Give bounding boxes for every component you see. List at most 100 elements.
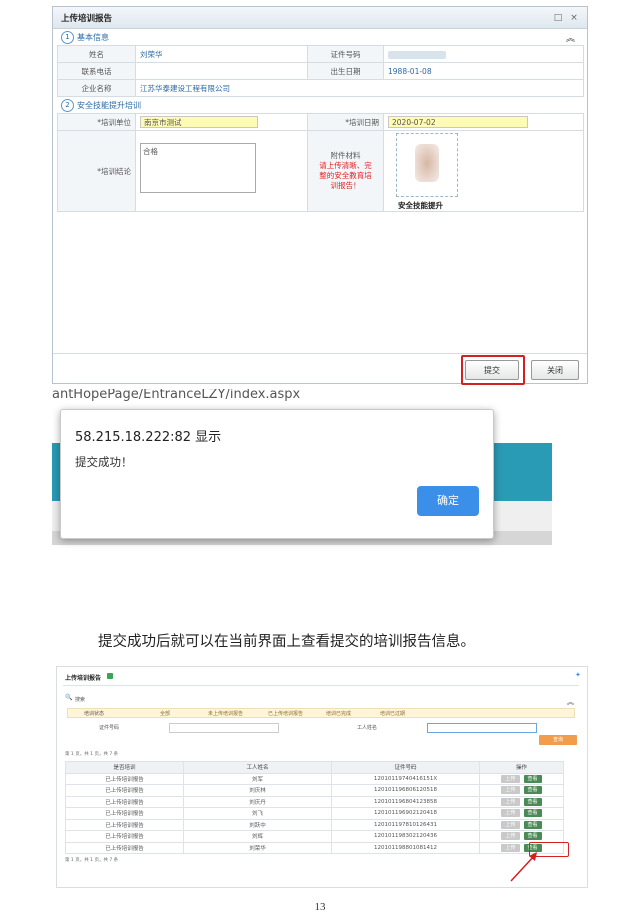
cell-id: 120101196902120418 [331, 807, 480, 820]
upload-button[interactable]: 上传 [501, 832, 520, 841]
name-label: 工人姓名 [357, 725, 378, 731]
close-icon[interactable]: × [569, 13, 579, 23]
report-list-window: 上传培训报告 ✦ 🔍 搜索 ︽ 培训状态 全部 未上传培训报告 已上传培训报告 … [56, 666, 588, 888]
report-grid: 是否培训 工人姓名 证件号码 操作 已上传培训报告 刘军 1201011974041… [65, 761, 564, 854]
field-label: 联系电话 [57, 62, 136, 80]
upload-button[interactable]: 上传 [501, 797, 520, 806]
maximize-icon[interactable]: □ [553, 13, 563, 23]
view-button[interactable]: 查看 [523, 809, 542, 818]
cell-actions: 上传 查看 [479, 807, 564, 820]
id-input[interactable] [169, 723, 279, 733]
status-option-completed[interactable]: 培训已完成 [326, 710, 351, 717]
column-header: 操作 [479, 761, 564, 774]
cell-status: 已上传培训报告 [65, 818, 184, 831]
grid-wrap: 是否培训 工人姓名 证件号码 操作 已上传培训报告 刘军 1201011974041… [65, 761, 564, 854]
attach-label: 附件材料 [330, 151, 361, 160]
status-label: 培训状态 [84, 711, 105, 717]
table-row: *培训单位 南京市测试 *培训日期 2020-07-02 [57, 113, 584, 131]
field-label: *培训结论 [57, 130, 136, 212]
status-option-expired[interactable]: 培训已过期 [380, 710, 405, 717]
close-button[interactable]: 关闭 [531, 360, 579, 380]
upload-report-window: 上传培训报告 □ × 1 基本信息 ︽ 姓名 刘荣华 证件号码 联系电话 出生日… [52, 6, 588, 385]
cell-name: 刘庆丹 [183, 795, 332, 808]
train-unit-input[interactable]: 南京市测试 [140, 116, 258, 128]
upload-button[interactable]: 上传 [501, 809, 520, 818]
step-number-icon: 2 [61, 98, 74, 112]
field-label: 证件号码 [307, 45, 384, 63]
ok-button[interactable]: 确定 [417, 486, 479, 516]
pin-icon[interactable]: ✦ [575, 671, 581, 679]
view-button[interactable]: 查看 [523, 832, 542, 841]
table-row: 姓名 刘荣华 证件号码 [57, 45, 584, 63]
grid-header: 是否培训 工人姓名 证件号码 操作 [65, 761, 564, 774]
attach-cell: 安全技能提升 [383, 130, 584, 212]
section-training: 2 安全技能提升培训 [53, 97, 587, 113]
table-row: 已上传培训报告 刘飞 120101196902120418 上传 查看 [65, 807, 564, 820]
cell-status: 已上传培训报告 [65, 830, 184, 843]
cell-name: 刘军 [183, 772, 332, 785]
collapse-icon[interactable]: ︽ [567, 697, 574, 707]
cell-name: 刘辉 [183, 830, 332, 843]
table-row: 企业名称 江苏华泰建设工程有限公司 [57, 79, 584, 97]
name-value: 刘荣华 [135, 45, 308, 63]
column-header: 证件号码 [331, 761, 480, 774]
train-date-input[interactable]: 2020-07-02 [388, 116, 528, 128]
divider [53, 353, 587, 354]
alert-title: 58.215.18.222:82 显示 [75, 430, 222, 445]
highlight-box [461, 355, 525, 385]
list-title: 上传培训报告 [65, 675, 102, 682]
table-row: 已上传培训报告 刘庆丹 120101196804123858 上传 查看 [65, 795, 564, 808]
section-title: 基本信息 [77, 32, 109, 42]
basic-info-table: 姓名 刘荣华 证件号码 联系电话 出生日期 1988-01-08 企业名称 江苏… [57, 45, 584, 97]
table-row: 已上传培训报告 刘跃中 120101197810126431 上传 查看 [65, 818, 564, 831]
id-label: 证件号码 [99, 725, 120, 731]
cell-status: 已上传培训报告 [65, 784, 184, 797]
status-option-not-uploaded[interactable]: 未上传培训报告 [208, 710, 243, 717]
view-button[interactable]: 查看 [523, 774, 542, 783]
cell-actions: 上传 查看 [479, 772, 564, 785]
conclusion-cell: 合格 [135, 130, 308, 212]
view-button[interactable]: 查看 [523, 797, 542, 806]
train-unit-cell: 南京市测试 [135, 113, 308, 131]
body-paragraph: 提交成功后就可以在当前界面上查看提交的培训报告信息。 [98, 634, 475, 650]
table-row: 已上传培训报告 刘军 12010119740416151X 上传 查看 [65, 772, 564, 785]
status-dot-icon [107, 673, 113, 679]
cell-id: 120101197810126431 [331, 818, 480, 831]
field-label: 姓名 [57, 45, 136, 63]
cell-name: 刘荣华 [183, 841, 332, 854]
alert-message: 提交成功！ [75, 455, 133, 469]
status-option-all[interactable]: 全部 [160, 710, 170, 717]
column-header: 工人姓名 [183, 761, 332, 774]
upload-button[interactable]: 上传 [501, 820, 520, 829]
alert-screenshot: antHopePage/EntranceLZY/index.aspx 58.21… [52, 389, 552, 591]
name-input[interactable] [427, 723, 537, 733]
upload-button[interactable]: 上传 [501, 774, 520, 783]
attach-note: 请上传清晰、完整的安全教育培训报告！ [319, 161, 372, 190]
cell-name: 刘跃中 [183, 818, 332, 831]
cell-id: 120101196804123858 [331, 795, 480, 808]
train-date-cell: 2020-07-02 [383, 113, 584, 131]
cell-id: 120101196806120518 [331, 784, 480, 797]
collapse-icon[interactable]: ︽ [566, 31, 575, 44]
query-button[interactable]: 查询 [539, 735, 577, 745]
table-row: 联系电话 出生日期 1988-01-08 [57, 62, 584, 80]
id-value-redacted [383, 45, 584, 63]
upload-button[interactable]: 上传 [501, 786, 520, 795]
attachment-thumbnail[interactable] [396, 133, 458, 197]
field-label: 出生日期 [307, 62, 384, 80]
window-titlebar: 上传培训报告 □ × [53, 7, 587, 29]
pager-top: 第 1 页，共 1 页，共 7 条 [65, 752, 119, 757]
table-row: 已上传培训报告 刘庆林 120101196806120518 上传 查看 [65, 784, 564, 797]
cell-id: 120101198801081412 [331, 841, 480, 854]
view-button[interactable]: 查看 [523, 820, 542, 829]
step-number-icon: 1 [61, 30, 74, 44]
cell-name: 刘庆林 [183, 784, 332, 797]
view-button[interactable]: 查看 [523, 786, 542, 795]
field-label: *培训单位 [57, 113, 136, 131]
cell-status: 已上传培训报告 [65, 772, 184, 785]
section-basic-info: 1 基本信息 ︽ [53, 29, 587, 45]
status-option-uploaded[interactable]: 已上传培训报告 [268, 710, 303, 717]
section-title: 安全技能提升培训 [77, 100, 141, 110]
conclusion-textarea[interactable]: 合格 [140, 143, 256, 193]
arrow-line [510, 854, 536, 882]
